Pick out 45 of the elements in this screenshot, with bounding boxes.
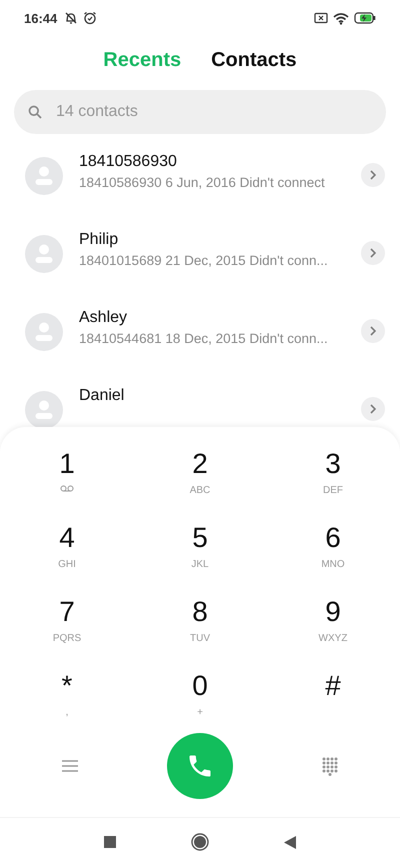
search-icon bbox=[28, 105, 42, 119]
battery-charging-icon bbox=[354, 12, 376, 24]
voicemail-icon bbox=[60, 485, 74, 492]
avatar-icon bbox=[25, 313, 63, 351]
chevron-right-icon bbox=[370, 170, 376, 180]
status-time: 16:44 bbox=[24, 10, 58, 26]
dial-key[interactable]: 0 + bbox=[134, 669, 266, 733]
avatar-icon bbox=[25, 157, 63, 195]
dial-key[interactable]: * , bbox=[0, 669, 134, 733]
contact-name: 18410586930 bbox=[79, 153, 178, 171]
tab[interactable]: Contacts bbox=[211, 48, 297, 72]
call-details: 18410586930 6 Jun, 2016 Didn't connect bbox=[79, 175, 326, 190]
square-icon bbox=[104, 836, 116, 848]
avatar-icon bbox=[25, 235, 63, 273]
home-icon bbox=[191, 833, 209, 851]
details-button[interactable] bbox=[361, 163, 385, 187]
contact-name: Daniel bbox=[79, 387, 126, 405]
details-button[interactable] bbox=[361, 319, 385, 343]
contact-name: Ashley bbox=[79, 309, 128, 327]
dial-key[interactable]: 2 ABC bbox=[134, 447, 266, 511]
no-sim-icon bbox=[314, 12, 328, 24]
details-button[interactable] bbox=[361, 241, 385, 265]
contact-name: Philip bbox=[79, 231, 120, 249]
dial-key[interactable]: 9 WXYZ bbox=[266, 595, 400, 659]
chevron-right-icon bbox=[370, 404, 376, 414]
search-field[interactable]: 14 contacts bbox=[14, 90, 386, 134]
dial-key[interactable]: 6 MNO bbox=[266, 521, 400, 585]
dial-key[interactable]: # bbox=[266, 669, 400, 733]
menu-icon bbox=[62, 759, 78, 773]
wifi-icon bbox=[333, 12, 349, 24]
dial-key[interactable]: 1 bbox=[0, 447, 134, 511]
back-icon bbox=[284, 836, 296, 848]
alarm-icon bbox=[83, 11, 98, 25]
notifications-off-icon bbox=[64, 11, 78, 25]
chevron-right-icon bbox=[370, 326, 376, 336]
dialpad-icon bbox=[322, 756, 338, 776]
details-button[interactable] bbox=[361, 397, 385, 421]
dial-key[interactable]: 7 PQRS bbox=[0, 595, 134, 659]
dial-key[interactable]: 5 JKL bbox=[134, 521, 266, 585]
dial-key[interactable]: 3 DEF bbox=[266, 447, 400, 511]
call-details: 18410544681 18 Dec, 2015 Didn't conn... bbox=[79, 331, 329, 346]
dial-key[interactable]: 4 GHI bbox=[0, 521, 134, 585]
chevron-right-icon bbox=[370, 248, 376, 258]
call-details: 18401015689 21 Dec, 2015 Didn't conn... bbox=[79, 253, 329, 268]
dial-key[interactable]: 8 TUV bbox=[134, 595, 266, 659]
